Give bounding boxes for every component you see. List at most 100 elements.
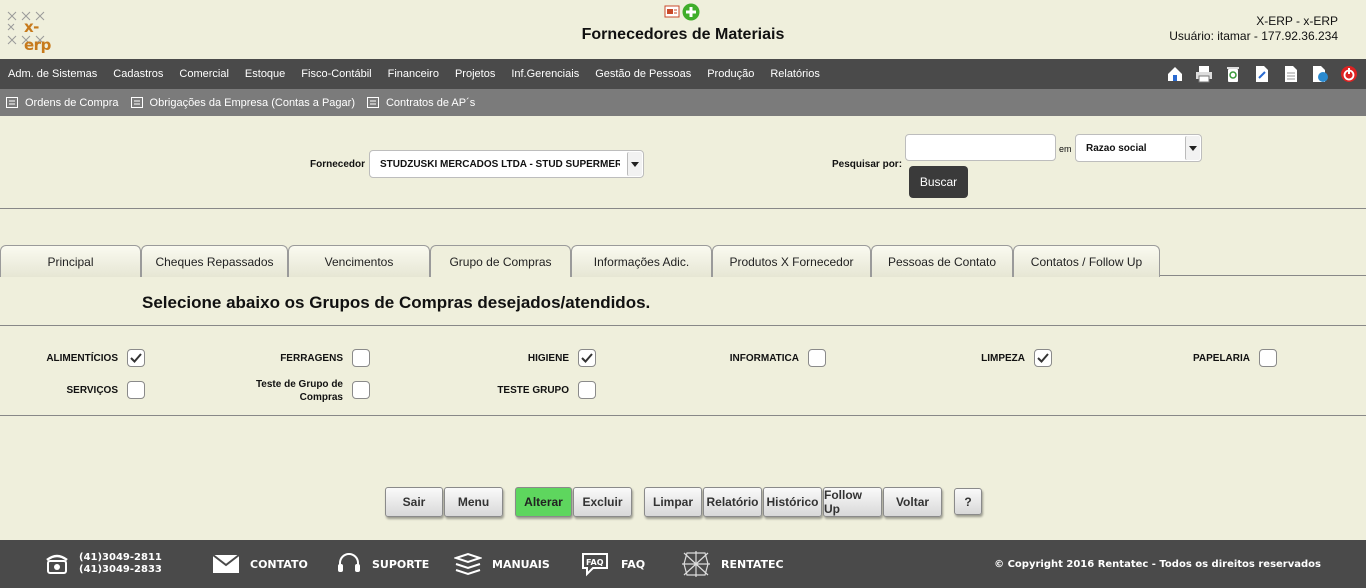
menu-item-fisco-contabil[interactable]: Fisco-Contábil: [293, 68, 379, 80]
phone-2: (41)3049-2833: [79, 564, 162, 575]
sair-button[interactable]: Sair: [385, 487, 443, 517]
faq-bubble-text: FAQ: [586, 558, 604, 567]
group-checkbox-teste-grupo-compras[interactable]: [352, 381, 370, 399]
group-label: PAPELARIA: [1192, 353, 1250, 364]
submenu-item-ordens-compra[interactable]: Ordens de Compra: [6, 96, 119, 109]
envelope-icon: [212, 554, 240, 573]
tab-grupo-compras[interactable]: Grupo de Compras: [430, 245, 571, 277]
footer-rentatec-label: RENTATEC: [721, 557, 784, 571]
tab-contatos-follow-up[interactable]: Contatos / Follow Up: [1013, 245, 1160, 277]
group-label: LIMPEZA: [981, 353, 1025, 364]
books-icon: [454, 552, 482, 576]
submenu-item-contratos[interactable]: Contratos de AP´s: [366, 96, 476, 109]
submenu-label: Contratos de AP´s: [385, 96, 476, 109]
user-line: Usuário: itamar - 177.92.36.234: [1169, 29, 1338, 43]
supplier-value: STUDZUSKI MERCADOS LTDA - STUD SUPERMERC…: [380, 158, 620, 170]
phone-1: (41)3049-2811: [79, 552, 162, 563]
footer: (41)3049-2811 (41)3049-2833 CONTATO SUPO…: [0, 540, 1366, 588]
group-label: Teste de Grupo de Compras: [255, 379, 343, 403]
group-checkbox-limpeza[interactable]: [1034, 349, 1052, 367]
group-label: ALIMENTÍCIOS: [46, 353, 118, 364]
search-field-select[interactable]: Razao social: [1075, 134, 1202, 162]
user-info: X-ERP - x-ERP Usuário: itamar - 177.92.3…: [1169, 14, 1338, 44]
group-label: TESTE GRUPO: [497, 385, 569, 396]
document-icon[interactable]: [1281, 64, 1300, 83]
search-input[interactable]: [905, 134, 1056, 161]
menu-button[interactable]: Menu: [444, 487, 503, 517]
group-checkbox-servicos[interactable]: [127, 381, 145, 399]
supplier-select[interactable]: STUDZUSKI MERCADOS LTDA - STUD SUPERMERC…: [369, 150, 644, 178]
print-icon[interactable]: [1194, 64, 1213, 83]
voltar-button[interactable]: Voltar: [883, 487, 942, 517]
home-icon[interactable]: [1165, 64, 1184, 83]
footer-manuais[interactable]: MANUAIS: [454, 540, 550, 588]
menu-item-estoque[interactable]: Estoque: [237, 68, 293, 80]
group-checkbox-papelaria[interactable]: [1259, 349, 1277, 367]
group-checkbox-higiene[interactable]: [578, 349, 596, 367]
menu-item-gestao-pessoas[interactable]: Gestão de Pessoas: [587, 68, 699, 80]
footer-faq-label: FAQ: [621, 557, 646, 571]
tab-produtos-fornecedor[interactable]: Produtos X Fornecedor: [712, 245, 871, 277]
follow-up-button[interactable]: Follow Up: [823, 487, 882, 517]
menu-item-relatorios[interactable]: Relatórios: [762, 68, 828, 80]
main-menu: Adm. de Sistemas Cadastros Comercial Est…: [0, 59, 828, 89]
chevron-down-icon[interactable]: [1185, 136, 1200, 160]
search-label: Pesquisar por:: [832, 159, 903, 170]
submenu-bar: Ordens de Compra Obrigações da Empresa (…: [0, 89, 1366, 116]
menu-item-inf-gerenciais[interactable]: Inf.Gerenciais: [503, 68, 587, 80]
footer-faq[interactable]: FAQ FAQ: [581, 540, 645, 588]
add-icon[interactable]: [682, 3, 700, 26]
rentatec-logo-icon: [682, 551, 710, 577]
in-label: em: [1059, 144, 1072, 154]
menu-item-adm-sistemas[interactable]: Adm. de Sistemas: [0, 68, 105, 80]
menu-item-producao[interactable]: Produção: [699, 68, 762, 80]
tab-vencimentos[interactable]: Vencimentos: [288, 245, 430, 277]
header: x-erp Fornecedores de Materiais X-ERP - …: [0, 0, 1366, 59]
footer-rentatec[interactable]: RENTATEC: [681, 540, 784, 588]
tab-pessoas-contato[interactable]: Pessoas de Contato: [871, 245, 1013, 277]
footer-contato-label: CONTATO: [250, 557, 308, 571]
group-label: FERRAGENS: [280, 353, 343, 364]
globe-icon[interactable]: [1310, 64, 1329, 83]
relatorio-button[interactable]: Relatório: [703, 487, 762, 517]
group-label: SERVIÇOS: [66, 385, 119, 396]
list-icon: [130, 96, 143, 108]
group-checkbox-ferragens[interactable]: [352, 349, 370, 367]
chevron-down-icon[interactable]: [627, 152, 642, 176]
menu-item-financeiro[interactable]: Financeiro: [380, 68, 447, 80]
alterar-button[interactable]: Alterar: [515, 487, 572, 517]
logout-icon[interactable]: [1339, 64, 1358, 83]
footer-suporte[interactable]: SUPORTE: [336, 540, 429, 588]
group-label: INFORMATICA: [729, 353, 799, 364]
group-checkbox-informatica[interactable]: [808, 349, 826, 367]
tab-informacoes-adic[interactable]: Informações Adic.: [571, 245, 712, 277]
menu-item-projetos[interactable]: Projetos: [447, 68, 503, 80]
search-button[interactable]: Buscar: [909, 166, 968, 198]
footer-phones: (41)3049-2811 (41)3049-2833: [45, 540, 162, 588]
divider: [0, 415, 1366, 416]
section-title: Selecione abaixo os Grupos de Compras de…: [142, 293, 651, 312]
faq-bubble-icon: FAQ: [582, 553, 608, 577]
list-icon: [366, 96, 379, 108]
footer-contato[interactable]: CONTATO: [212, 540, 308, 588]
phone-icon: [46, 554, 68, 574]
menu-item-comercial[interactable]: Comercial: [171, 68, 237, 80]
tab-principal[interactable]: Principal: [0, 245, 141, 277]
group-label: HIGIENE: [527, 353, 569, 364]
menu-item-cadastros[interactable]: Cadastros: [105, 68, 171, 80]
group-checkbox-alimenticios[interactable]: [127, 349, 145, 367]
presentation-icon[interactable]: [664, 3, 680, 26]
historico-button[interactable]: Histórico: [763, 487, 822, 517]
recycle-icon[interactable]: [1223, 64, 1242, 83]
group-checkbox-teste-grupo[interactable]: [578, 381, 596, 399]
system-name: X-ERP - x-ERP: [1256, 14, 1338, 28]
document-edit-icon[interactable]: [1252, 64, 1271, 83]
menu-tools: [1165, 64, 1358, 83]
submenu-item-obrigacoes[interactable]: Obrigações da Empresa (Contas a Pagar): [130, 96, 355, 109]
list-icon: [6, 96, 18, 108]
headset-icon: [338, 553, 360, 572]
help-button[interactable]: ?: [954, 488, 982, 515]
tab-cheques-repassados[interactable]: Cheques Repassados: [141, 245, 288, 277]
excluir-button[interactable]: Excluir: [573, 487, 632, 517]
limpar-button[interactable]: Limpar: [644, 487, 702, 517]
